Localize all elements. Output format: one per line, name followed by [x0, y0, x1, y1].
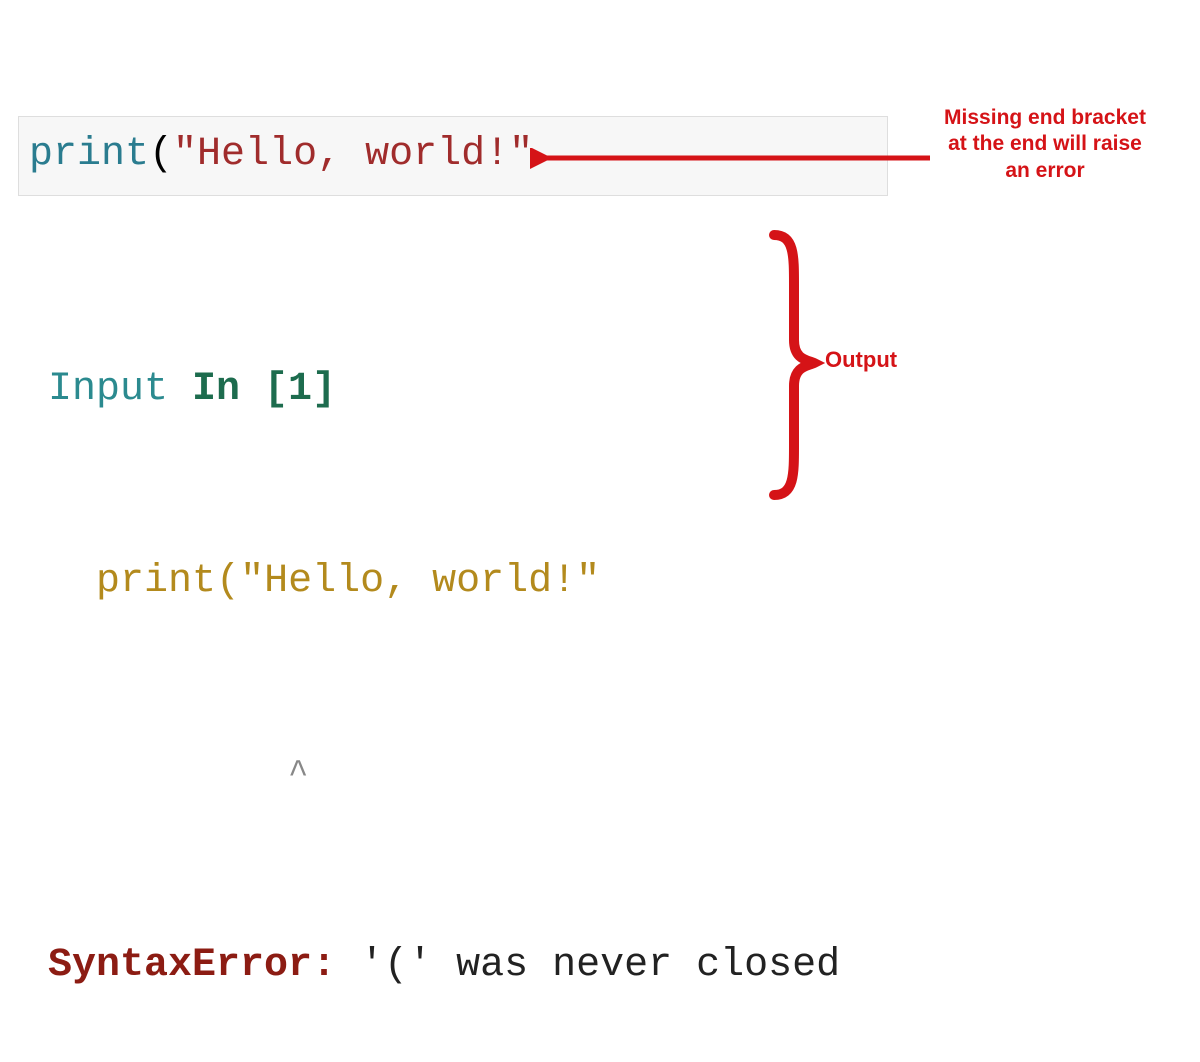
output-caret-line: ^	[48, 742, 840, 806]
echoed-string: "Hello, world!"	[240, 559, 600, 604]
echoed-func: print	[96, 559, 216, 604]
error-message: '(' was never closed	[336, 943, 840, 988]
annotation-output-label: Output	[825, 347, 897, 373]
annotation-missing-bracket: Missing end bracket at the end will rais…	[940, 105, 1150, 184]
caret-indent	[48, 751, 288, 796]
output-input-label: Input	[48, 367, 192, 412]
token-string: "Hello, world!"	[173, 132, 533, 177]
error-name: SyntaxError:	[48, 943, 336, 988]
annotation-arrow	[530, 148, 940, 178]
output-in-keyword: In	[192, 367, 264, 412]
token-function: print	[29, 132, 149, 177]
output-bracket-number: [1]	[264, 367, 336, 412]
echoed-paren: (	[216, 559, 240, 604]
token-paren-open: (	[149, 132, 173, 177]
output-error-line: SyntaxError: '(' was never closed	[48, 934, 840, 998]
output-echoed-code: print("Hello, world!"	[48, 550, 840, 614]
output-input-line: Input In [1]	[48, 358, 840, 422]
output-brace-icon	[760, 225, 830, 505]
output-block: Input In [1] print("Hello, world!" ^ Syn…	[48, 230, 840, 1062]
caret-icon: ^	[288, 756, 308, 794]
